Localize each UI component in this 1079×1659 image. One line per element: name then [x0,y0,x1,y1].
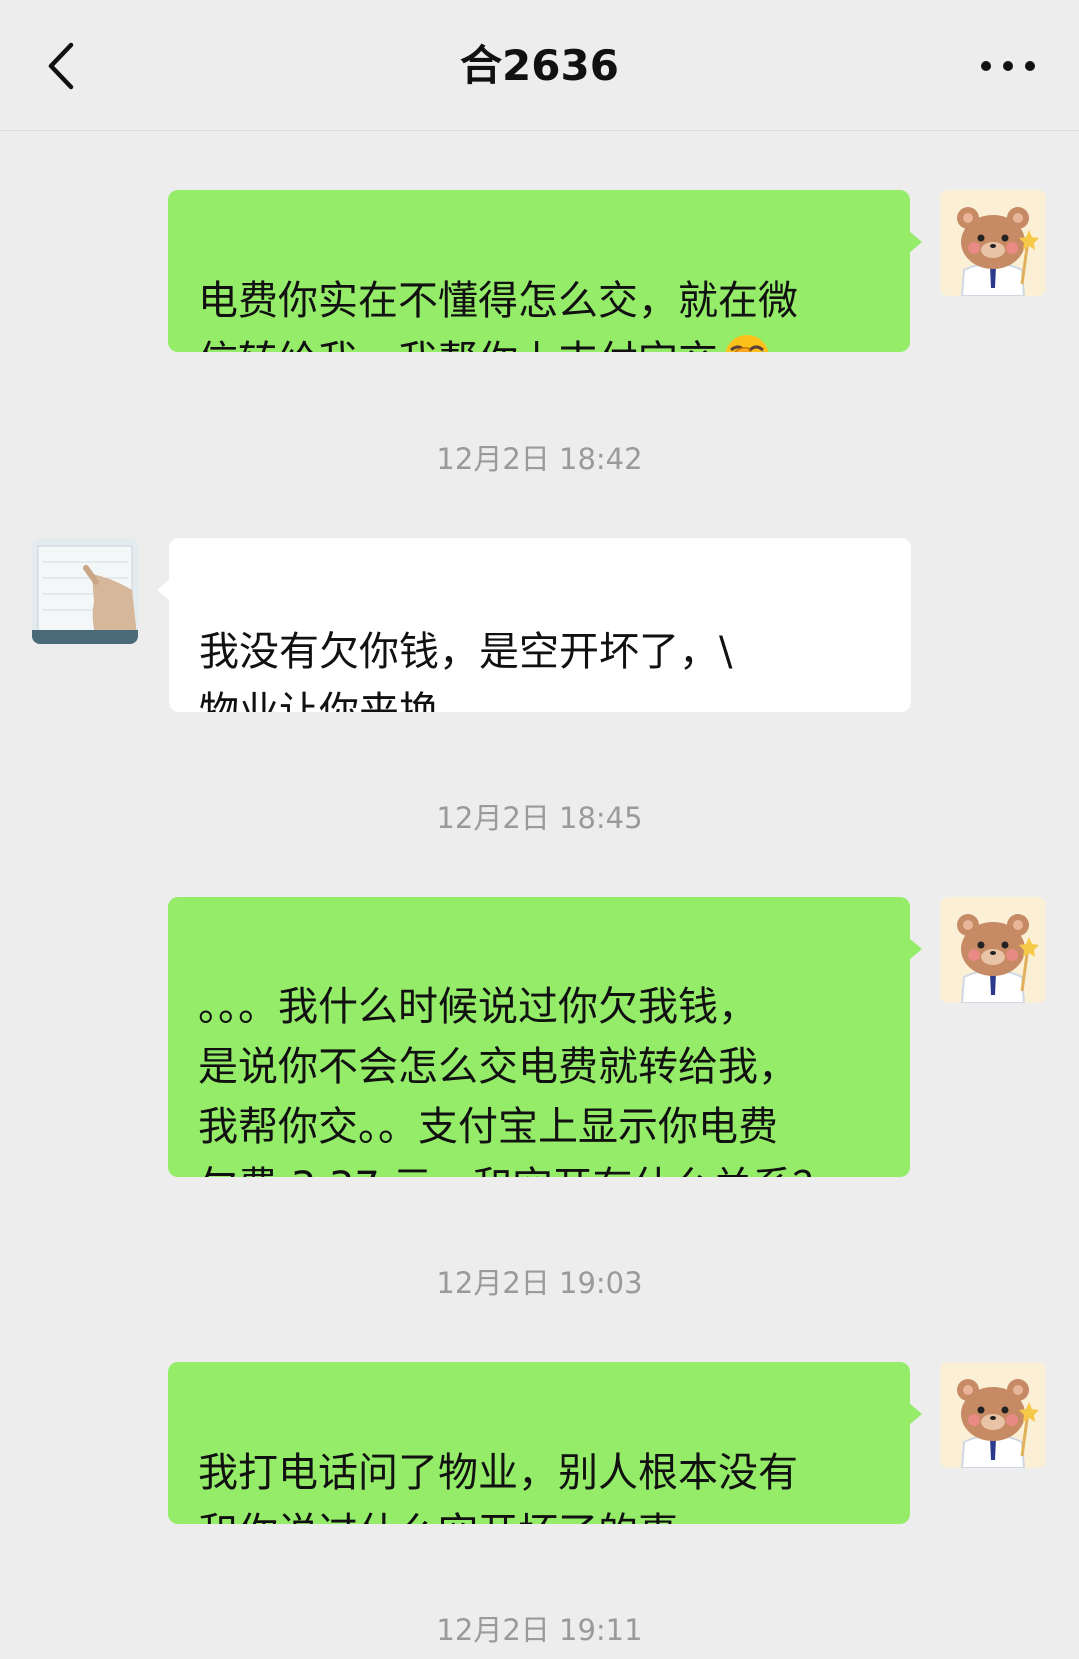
bubble-tail [909,231,922,253]
contact-avatar[interactable] [32,538,138,644]
timestamp: 12月2日 19:11 [436,1613,643,1647]
timestamp: 12月2日 19:03 [436,1266,643,1300]
chat-title: 合2636 [460,41,619,90]
message-bubble-outgoing[interactable]: 我打电话问了物业，别人根本没有 和你说过什么空开坏了的事 [168,1362,910,1524]
message-text: 。。。我什么时候说过你欠我钱， 是说你不会怎么交电费就转给我， 我帮你交。。支付… [198,984,833,1177]
my-avatar[interactable] [940,190,1046,296]
message-bubble-outgoing[interactable]: 。。。我什么时候说过你欠我钱， 是说你不会怎么交电费就转给我， 我帮你交。。支付… [168,897,910,1177]
timestamp: 12月2日 18:42 [436,442,643,476]
timestamp: 12月2日 18:45 [436,801,643,835]
my-avatar[interactable] [940,1362,1046,1468]
more-dots-icon [981,61,1035,71]
bear-avatar-icon [940,190,1046,296]
bear-avatar-icon [940,1362,1046,1468]
my-avatar[interactable] [940,897,1046,1003]
more-button[interactable] [968,46,1048,86]
message-text: 电费你实在不懂得怎么交，就在微 信转给我，我帮你上支付宝交 [198,278,798,352]
chat-header: 合2636 [0,0,1079,131]
message-bubble-outgoing[interactable]: 电费你实在不懂得怎么交，就在微 信转给我，我帮你上支付宝交 [168,190,910,352]
message-bubble-incoming[interactable]: 我没有欠你钱，是空开坏了，\ 物业让你来换 [169,538,911,712]
contact-photo-icon [32,538,138,644]
message-text: 我没有欠你钱，是空开坏了，\ 物业让你来换 [199,629,733,712]
bubble-tail [909,938,922,960]
message-text: 我打电话问了物业，别人根本没有 和你说过什么空开坏了的事 [198,1450,798,1524]
bubble-tail [909,1403,922,1425]
bear-avatar-icon [940,897,1046,1003]
facepalm-laugh-emoji-icon [725,335,769,352]
